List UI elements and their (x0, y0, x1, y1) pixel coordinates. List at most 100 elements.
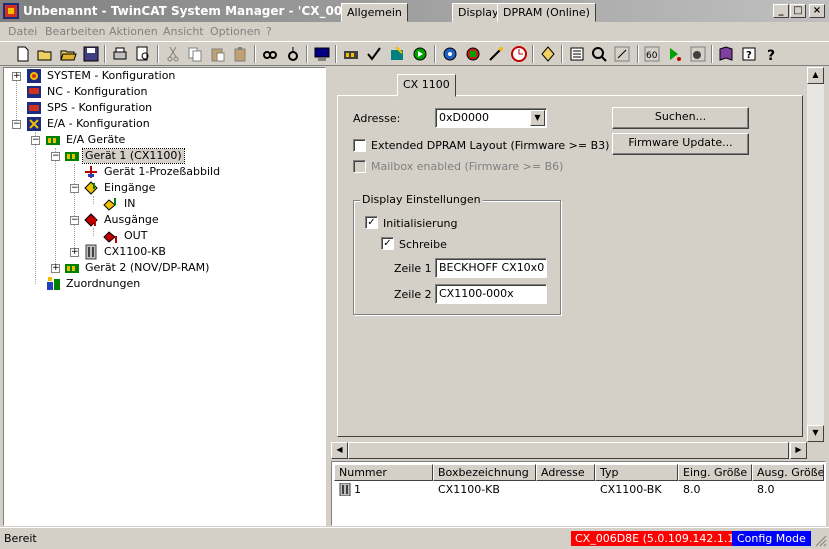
scan-icon[interactable] (487, 45, 505, 63)
cell-eing-groesse: 8.0 (683, 483, 701, 496)
resize-grip-icon[interactable] (815, 535, 827, 547)
svg-text:60: 60 (646, 51, 658, 61)
title-bar: Unbenannt - TwinCAT System Manager - 'CX… (0, 0, 829, 22)
cut-icon[interactable] (164, 45, 182, 63)
status-bar: Bereit CX_006D8E (5.0.109.142.1.1) Confi… (0, 527, 829, 549)
collapse-toggle[interactable]: − (70, 184, 79, 193)
tab-cx1100[interactable]: CX 1100 (397, 74, 456, 97)
column-header-boxbezeichnung[interactable]: Boxbezeichnung (433, 464, 536, 481)
tree-item-label: NC - Konfiguration (47, 85, 148, 98)
menu-aktionen[interactable]: Aktionen (109, 25, 158, 38)
expand-toggle[interactable]: + (51, 264, 60, 273)
column-header-typ[interactable]: Typ (595, 464, 678, 481)
cell-typ: CX1100-BK (600, 483, 662, 496)
tab-allgemein[interactable]: Allgemein (341, 3, 408, 22)
find-next-icon[interactable] (284, 45, 302, 63)
menu-optionen[interactable]: Optionen (210, 25, 260, 38)
zeile1-label: Zeile 1 (394, 262, 432, 275)
extended-dpram-checkbox[interactable] (353, 139, 366, 152)
menu-bar: Datei Bearbeiten Aktionen Ansicht Option… (0, 22, 829, 41)
system-config-icon (27, 69, 41, 83)
cell-nummer: 1 (354, 483, 361, 496)
extended-dpram-label: Extended DPRAM Layout (Firmware >= B3) (371, 139, 610, 152)
column-header-adresse[interactable]: Adresse (536, 464, 595, 481)
terminal-icon (339, 483, 351, 496)
copy-icon[interactable] (186, 45, 204, 63)
menu-help[interactable]: ? (266, 25, 272, 38)
horizontal-scrollbar[interactable]: ◀ ▶ (331, 442, 807, 459)
activate-config-icon[interactable] (388, 45, 406, 63)
print-icon[interactable] (111, 45, 129, 63)
box-list[interactable]: Nummer Boxbezeichnung Adresse Typ Eing. … (331, 461, 826, 526)
scroll-left-icon[interactable]: ◀ (331, 442, 348, 459)
stop-icon[interactable] (464, 45, 482, 63)
generate-mappings-icon[interactable] (342, 45, 360, 63)
open-icon[interactable] (36, 45, 54, 63)
tree-line (74, 164, 75, 252)
book-icon[interactable] (717, 45, 735, 63)
scroll-down-icon[interactable]: ▼ (807, 425, 824, 442)
target-system-badge: CX_006D8E (5.0.109.142.1.1) (571, 531, 743, 546)
reload-icon[interactable] (689, 45, 707, 63)
schreibe-checkbox[interactable]: ✓ (381, 237, 394, 250)
init-checkbox[interactable]: ✓ (365, 216, 378, 229)
restart-icon[interactable] (441, 45, 459, 63)
tree-item-label: Zuordnungen (66, 277, 141, 290)
expand-toggle[interactable]: + (12, 72, 21, 81)
collapse-toggle[interactable]: − (12, 120, 21, 129)
column-header-eing-groesse[interactable]: Eing. Größe (678, 464, 752, 481)
tree-item-label: E/A - Konfiguration (47, 117, 150, 130)
maximize-button[interactable]: □ (790, 4, 806, 18)
toggle-free-run-icon[interactable] (510, 45, 528, 63)
menu-ansicht[interactable]: Ansicht (163, 25, 204, 38)
find-icon[interactable] (261, 45, 279, 63)
mailbox-checkbox (353, 160, 366, 173)
target-system-icon[interactable] (313, 45, 331, 63)
collapse-toggle[interactable]: − (70, 216, 79, 225)
close-button[interactable]: × (809, 4, 825, 18)
tree-line (93, 196, 94, 204)
adresse-dropdown[interactable]: 0xD0000 ▼ (435, 108, 547, 128)
collapse-toggle[interactable]: − (51, 152, 60, 161)
paste-special-icon[interactable] (232, 45, 250, 63)
set-run-mode-icon[interactable] (411, 45, 429, 63)
forcing-icon[interactable] (613, 45, 631, 63)
output-var-icon (103, 231, 117, 243)
collapse-toggle[interactable]: − (31, 136, 40, 145)
context-help-icon[interactable]: ? (763, 45, 781, 63)
toggle-view-icon[interactable]: 60 (643, 45, 661, 63)
firmware-update-button[interactable]: Firmware Update... (612, 133, 749, 155)
goto-icon[interactable] (666, 45, 684, 63)
paste-icon[interactable] (209, 45, 227, 63)
check-icon[interactable] (365, 45, 383, 63)
column-header-ausg-groesse[interactable]: Ausg. Größe (752, 464, 824, 481)
window-title: Unbenannt - TwinCAT System Manager - 'CX… (23, 4, 381, 18)
new-icon[interactable] (14, 45, 32, 63)
adresse-label: Adresse: (353, 112, 401, 125)
scroll-right-icon[interactable]: ▶ (790, 442, 807, 459)
chevron-down-icon[interactable]: ▼ (530, 110, 545, 126)
list-view-icon[interactable] (568, 45, 586, 63)
vertical-scrollbar[interactable]: ▲ ▼ (807, 67, 824, 442)
search-button[interactable]: Suchen... (612, 107, 749, 129)
save-icon[interactable] (82, 45, 100, 63)
tree-view[interactable]: SYSTEM - Konfiguration + NC - Konfigurat… (3, 67, 326, 526)
expand-toggle[interactable]: + (70, 248, 79, 257)
search-icon[interactable] (590, 45, 608, 63)
zeile1-input[interactable]: BECKHOFF CX10x0 (435, 258, 547, 278)
column-header-nummer[interactable]: Nummer (334, 464, 433, 481)
zeile2-input[interactable]: CX1100-000x (435, 284, 547, 304)
device-icon (65, 152, 79, 161)
tab-dpram-online[interactable]: DPRAM (Online) (497, 3, 596, 22)
minimize-button[interactable]: _ (773, 4, 789, 18)
tree-item-label: Gerät 1-Prozeßabbild (104, 165, 221, 178)
svg-text:?: ? (767, 48, 775, 63)
open-folder-icon[interactable] (59, 45, 77, 63)
menu-bearbeiten[interactable]: Bearbeiten (45, 25, 105, 38)
show-online-icon[interactable] (539, 45, 557, 63)
help-icon[interactable]: ? (740, 45, 758, 63)
print-preview-icon[interactable] (134, 45, 152, 63)
menu-datei[interactable]: Datei (8, 25, 37, 38)
scroll-thumb[interactable] (348, 442, 789, 459)
scroll-up-icon[interactable]: ▲ (807, 67, 824, 84)
